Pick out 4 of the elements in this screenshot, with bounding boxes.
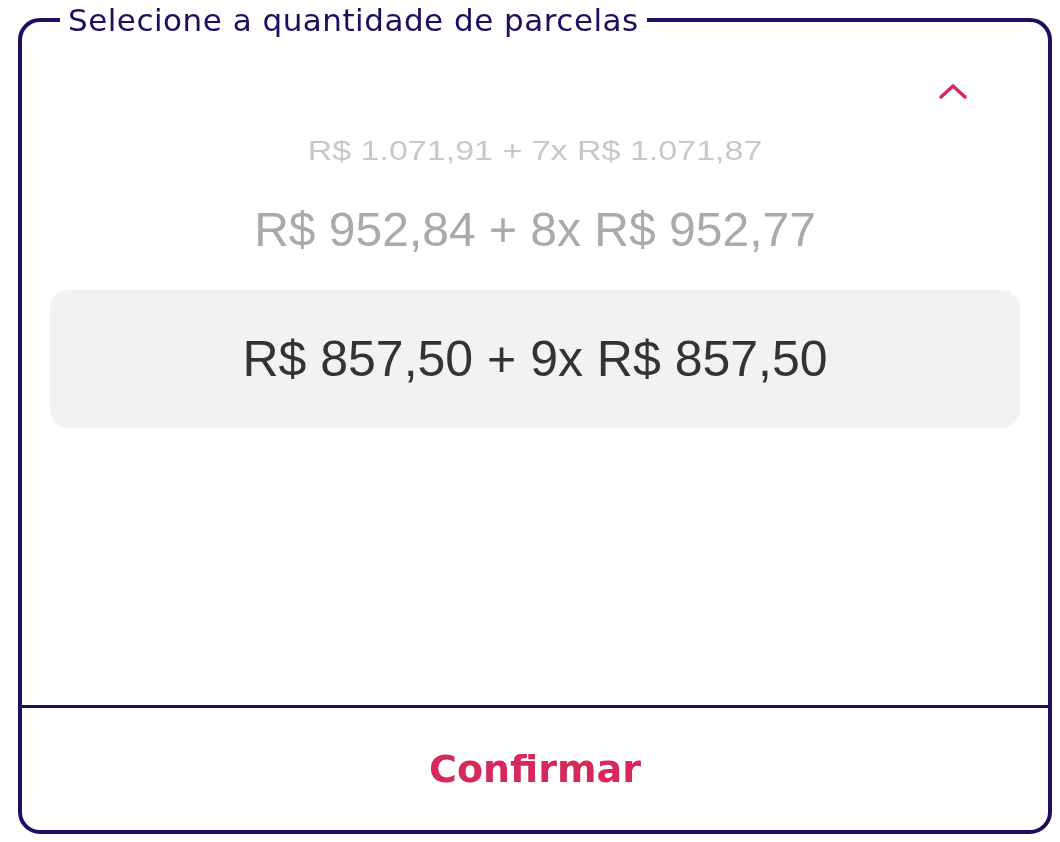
- chevron-up-icon[interactable]: [938, 82, 968, 100]
- confirm-button[interactable]: Confirmar: [413, 740, 657, 798]
- option-row[interactable]: R$ 857,50 + 9x R$ 857,50: [50, 290, 1020, 428]
- dialog-title: Selecione a quantidade de parcelas: [67, 1, 640, 40]
